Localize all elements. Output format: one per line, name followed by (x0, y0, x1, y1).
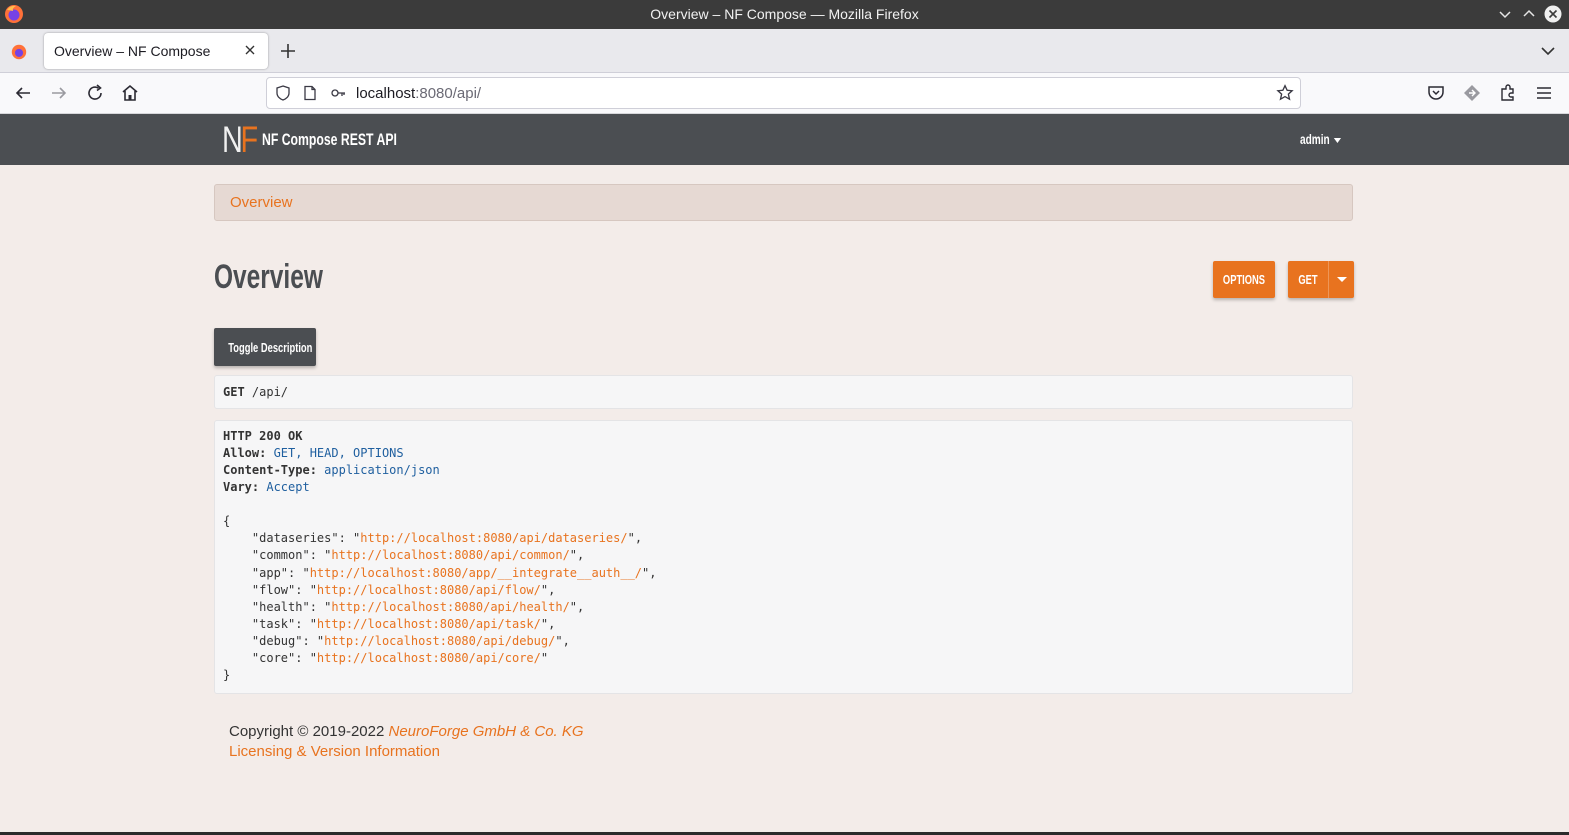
toggle-description-button[interactable]: Toggle Description (214, 328, 316, 366)
tab-overview[interactable]: Overview – NF Compose (44, 33, 268, 69)
json-link-debug[interactable]: http://localhost:8080/api/debug/ (324, 634, 555, 648)
json-line: "task": "http://localhost:8080/api/task/… (223, 617, 556, 631)
json-link-flow[interactable]: http://localhost:8080/api/flow/ (317, 583, 541, 597)
page-info-icon[interactable] (302, 85, 318, 101)
close-tab-icon[interactable] (242, 42, 258, 58)
copyright-text: Copyright © 2019-2022 (229, 723, 389, 740)
company-link[interactable]: NeuroForge GmbH & Co. KG (389, 723, 584, 740)
tracking-protection-icon[interactable] (275, 85, 291, 101)
home-icon[interactable] (120, 83, 140, 103)
json-line: "app": "http://localhost:8080/app/__inte… (223, 566, 657, 580)
close-window-icon[interactable] (1544, 5, 1562, 23)
caret-down-icon (1334, 137, 1342, 143)
bookmark-star-icon[interactable] (1276, 84, 1294, 102)
response-status: HTTP 200 OK (223, 429, 303, 443)
json-line: "core": "http://localhost:8080/api/core/… (223, 651, 549, 665)
minimize-icon[interactable] (1496, 5, 1514, 23)
get-format-dropdown[interactable] (1328, 261, 1354, 298)
tab-bar: Overview – NF Compose (0, 29, 1569, 73)
extension-generic-icon[interactable] (1462, 83, 1482, 103)
key-icon[interactable] (330, 85, 346, 101)
extensions-puzzle-icon[interactable] (1498, 83, 1518, 103)
pocket-icon[interactable] (1426, 83, 1446, 103)
get-button-label: GET (1298, 272, 1318, 287)
json-line: "flow": "http://localhost:8080/api/flow/… (223, 583, 556, 597)
request-method: GET (223, 385, 245, 399)
response-header: Vary: Accept (223, 480, 310, 494)
request-path: /api/ (244, 385, 289, 399)
json-close-brace: } (223, 668, 231, 682)
json-link-health[interactable]: http://localhost:8080/api/health/ (331, 600, 569, 614)
url-text[interactable]: localhost:8080/api/ (356, 85, 481, 102)
json-open-brace: { (223, 514, 231, 528)
breadcrumb: Overview (214, 184, 1353, 221)
copyright-line: Copyright © 2019-2022 NeuroForge GmbH & … (229, 722, 584, 742)
back-icon[interactable] (13, 83, 33, 103)
url-host: localhost (356, 85, 416, 102)
url-bar[interactable]: localhost:8080/api/ (266, 77, 1301, 109)
json-line: "common": "http://localhost:8080/api/com… (223, 548, 585, 562)
json-line: "debug": "http://localhost:8080/api/debu… (223, 634, 570, 648)
new-tab-icon[interactable] (278, 41, 298, 61)
json-link-app[interactable]: http://localhost:8080/app/__integrate__a… (310, 566, 642, 580)
window-title: Overview – NF Compose — Mozilla Firefox (650, 6, 919, 22)
maximize-icon[interactable] (1520, 5, 1538, 23)
licensing-link[interactable]: Licensing & Version Information (229, 743, 440, 760)
toggle-description-label: Toggle Description (228, 340, 313, 355)
list-all-tabs-icon[interactable] (1539, 42, 1557, 60)
options-button-label: OPTIONS (1222, 272, 1266, 287)
json-line: "health": "http://localhost:8080/api/hea… (223, 600, 585, 614)
json-link-common[interactable]: http://localhost:8080/api/common/ (331, 548, 569, 562)
json-link-dataseries[interactable]: http://localhost:8080/api/dataseries/ (360, 531, 627, 545)
json-link-core[interactable]: http://localhost:8080/api/core/ (317, 651, 541, 665)
json-link-task[interactable]: http://localhost:8080/api/task/ (317, 617, 541, 631)
response-header: Allow: GET, HEAD, OPTIONS (223, 446, 404, 460)
options-button[interactable]: OPTIONS (1213, 261, 1275, 298)
hamburger-menu-icon[interactable] (1534, 83, 1554, 103)
nf-logo[interactable]: NF (222, 121, 258, 158)
json-line: "dataseries": "http://localhost:8080/api… (223, 531, 643, 545)
app-navbar: NF NF Compose REST API admin (0, 114, 1569, 165)
page-title: Overview (214, 258, 323, 296)
firefox-view-icon[interactable] (10, 43, 28, 61)
response-header: Content-Type: application/json (223, 463, 440, 477)
tab-title: Overview – NF Compose (54, 43, 211, 59)
caret-down-icon (1337, 277, 1347, 282)
window-titlebar: Overview – NF Compose — Mozilla Firefox (0, 0, 1569, 29)
breadcrumb-item-overview[interactable]: Overview (230, 194, 293, 211)
brand-title[interactable]: NF Compose REST API (262, 130, 397, 150)
user-menu[interactable]: admin (1300, 131, 1342, 147)
footer: Copyright © 2019-2022 NeuroForge GmbH & … (229, 722, 584, 762)
response-info: HTTP 200 OK Allow: GET, HEAD, OPTIONS Co… (214, 420, 1353, 694)
request-info: GET /api/ (214, 375, 1353, 409)
url-path: :8080/api/ (415, 85, 482, 102)
reload-icon[interactable] (85, 83, 105, 103)
user-name: admin (1300, 131, 1330, 147)
browser-navbar: localhost:8080/api/ (0, 73, 1569, 114)
forward-icon[interactable] (49, 83, 69, 103)
get-button[interactable]: GET (1288, 261, 1354, 298)
